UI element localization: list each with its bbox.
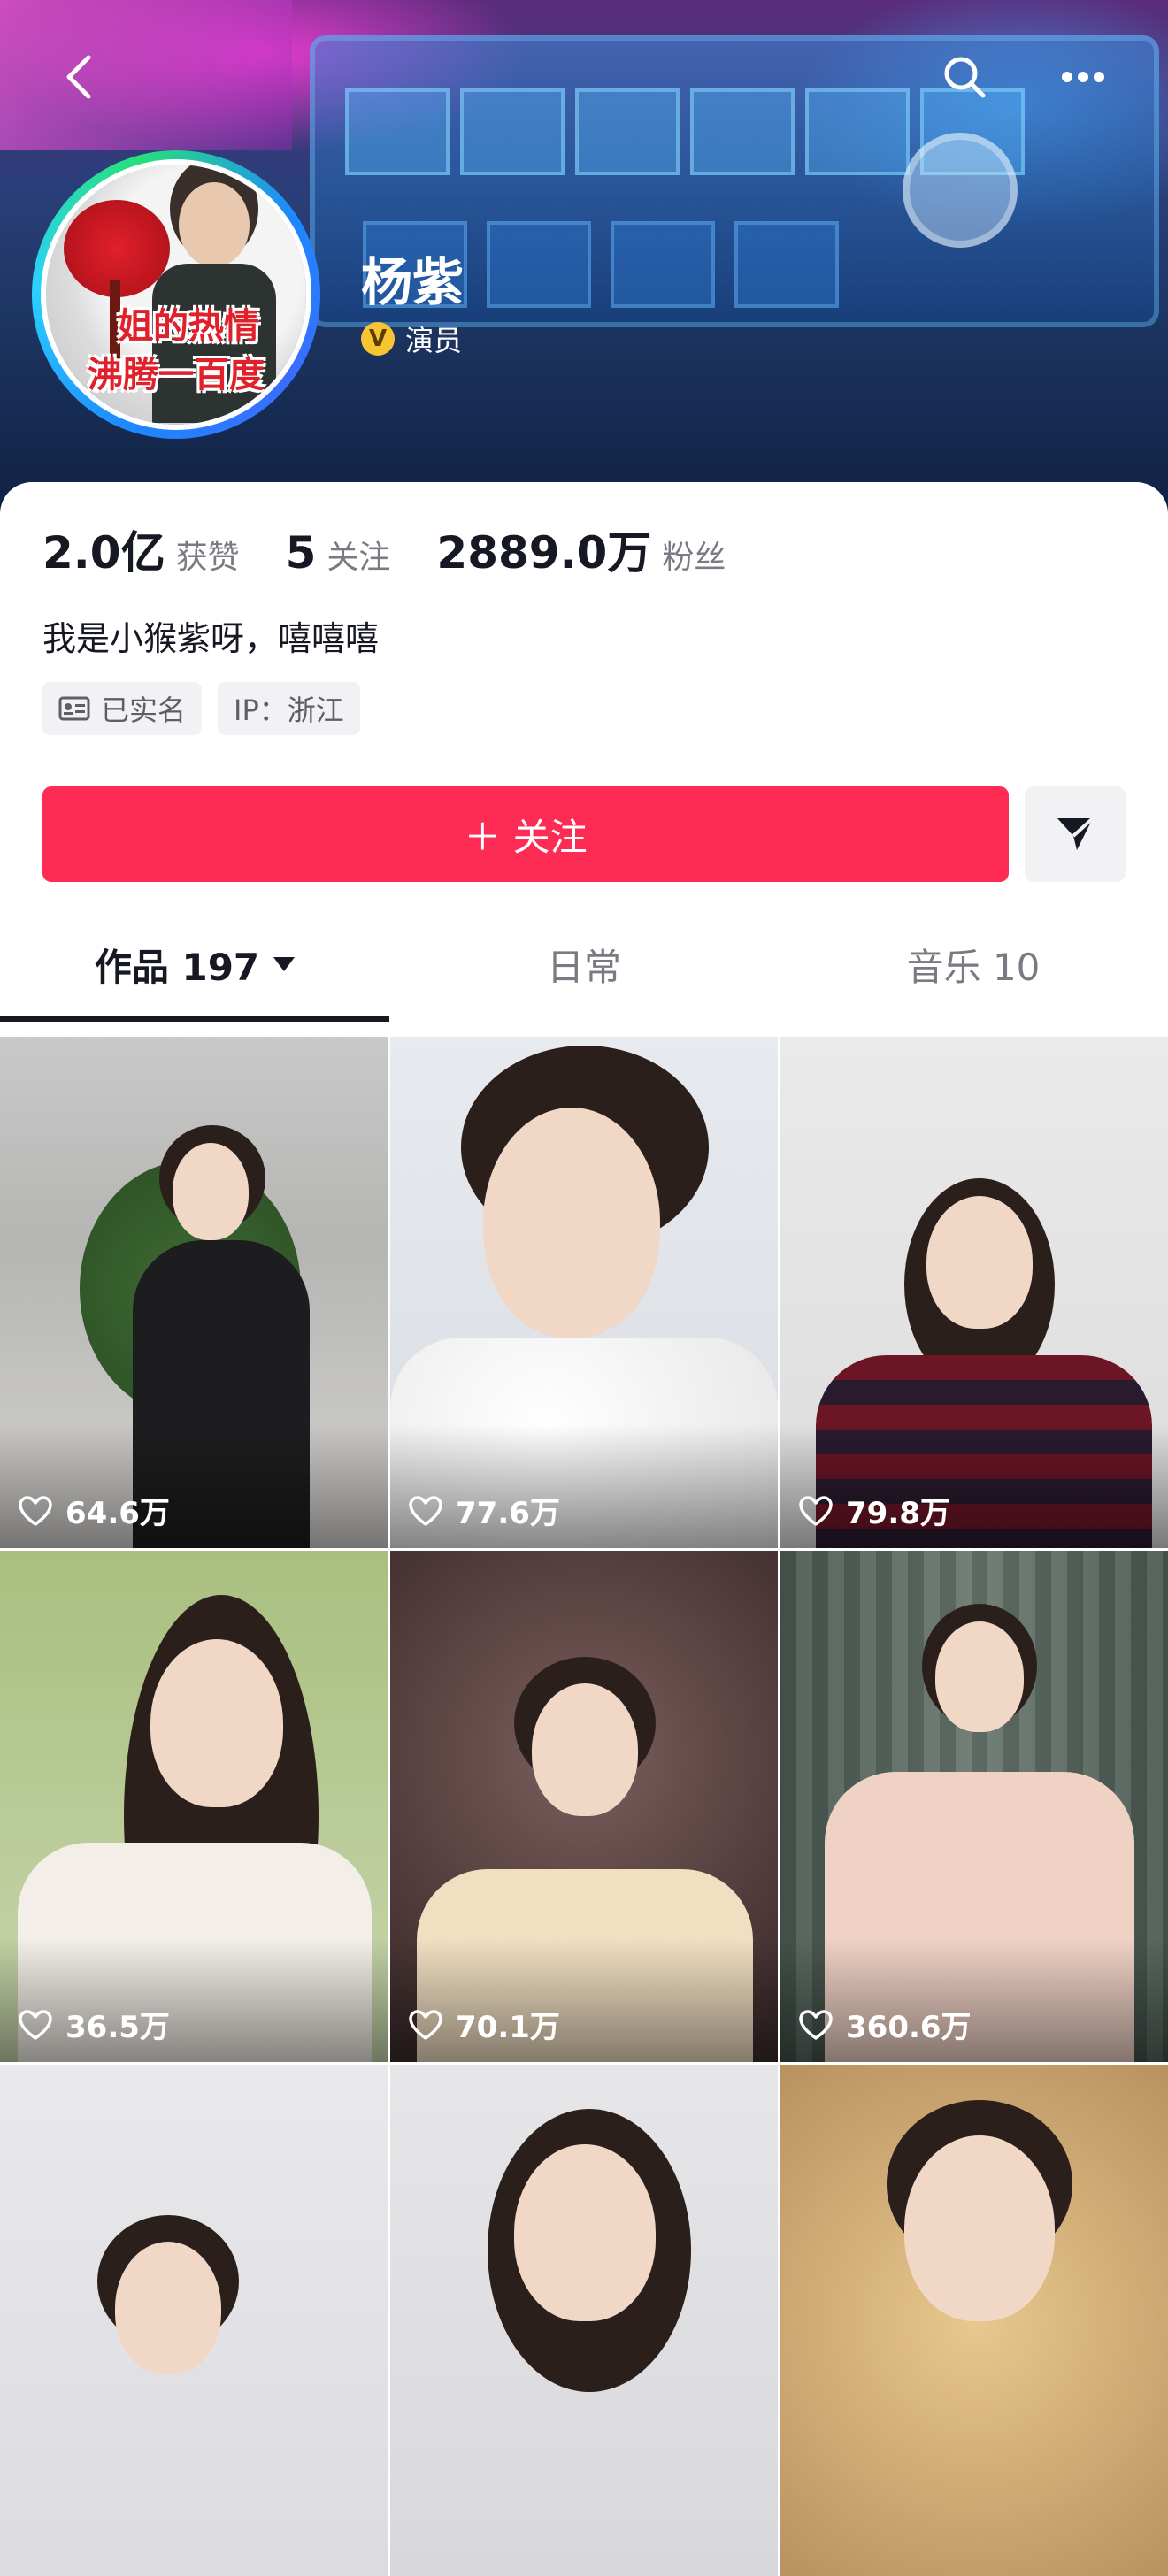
stat-number: 2889.0万 [436, 527, 652, 579]
tram-window [805, 88, 910, 175]
heart-icon [19, 2009, 52, 2040]
profile-card: 2.0亿 获赞 5 关注 2889.0万 粉丝 我是小猴紫呀，嘻嘻嘻 已实名 I… [0, 482, 1168, 2576]
banner-neon-sign [0, 0, 292, 150]
chevron-down-icon [273, 957, 296, 971]
tram-window [690, 88, 795, 175]
like-count-text: 77.6万 [456, 1496, 560, 1531]
like-count: 77.6万 [408, 1489, 560, 1532]
more-icon[interactable] [1055, 49, 1111, 105]
follow-button[interactable]: ＋ 关注 [42, 786, 1009, 882]
tram-window [487, 221, 591, 308]
tab-daily-label: 日常 [546, 945, 621, 989]
figure-head [532, 1683, 638, 1816]
content-tabs: 作品 197 日常 音乐 10 [0, 907, 1168, 1022]
video-thumbnail[interactable]: 70.1万 [390, 1551, 778, 2062]
stat-likes: 2.0亿 获赞 [42, 518, 240, 581]
heart-icon [799, 2009, 833, 2040]
verification-label: V 演员 [361, 318, 462, 359]
like-count: 360.6万 [798, 2003, 972, 2046]
figure-head [904, 2135, 1055, 2321]
tram-window [575, 88, 680, 175]
like-count-text: 79.8万 [846, 1496, 950, 1531]
tab-works-label: 作品 197 [94, 945, 260, 989]
tram-window [345, 88, 450, 175]
back-arrow-icon[interactable] [51, 49, 108, 105]
figure-head [483, 1108, 660, 1338]
like-count-text: 36.5万 [65, 2010, 170, 2045]
realname-tag: 已实名 [42, 682, 203, 735]
like-count-text: 64.6万 [65, 1496, 170, 1531]
tab-daily[interactable]: 日常 [389, 907, 779, 1022]
banner-clock [903, 133, 1018, 248]
figure-head [926, 1196, 1033, 1329]
avatar[interactable]: 姐的热情 沸腾一百度 [46, 165, 306, 425]
figure-head [173, 1143, 249, 1240]
stat-following[interactable]: 5 关注 [286, 527, 391, 579]
like-count: 64.6万 [18, 1489, 170, 1532]
stat-label: 获赞 [175, 540, 240, 576]
like-count: 36.5万 [18, 2003, 170, 2046]
profile-name: 杨紫 [361, 252, 465, 312]
video-thumbnail[interactable] [780, 2065, 1168, 2576]
stat-followers[interactable]: 2889.0万 粉丝 [436, 518, 726, 581]
profile-stats: 2.0亿 获赞 5 关注 2889.0万 粉丝 [42, 518, 772, 581]
tab-music-label: 音乐 10 [906, 945, 1041, 989]
figure-head [115, 2242, 221, 2374]
heart-icon [19, 1495, 52, 1526]
verification-text: 演员 [405, 324, 463, 357]
like-count-text: 360.6万 [846, 2010, 972, 2045]
profile-tags: 已实名 IP：浙江 [42, 682, 376, 735]
video-thumbnail[interactable]: 360.6万 [780, 1551, 1168, 2062]
video-thumbnail[interactable] [0, 2065, 388, 2576]
video-thumbnail[interactable]: 79.8万 [780, 1037, 1168, 1548]
ip-location-label: IP：浙江 [234, 694, 344, 727]
stat-label: 粉丝 [662, 540, 726, 576]
realname-tag-label: 已实名 [101, 694, 187, 727]
like-count-text: 70.1万 [456, 2010, 560, 2045]
video-thumbnail[interactable]: 77.6万 [390, 1037, 778, 1548]
tab-works[interactable]: 作品 197 [0, 907, 389, 1022]
avatar-caption: 沸腾一百度 [88, 354, 265, 395]
ip-location-tag: IP：浙江 [218, 682, 360, 735]
heart-icon [799, 1495, 833, 1526]
stat-number: 5 [285, 527, 317, 579]
tram-window [460, 88, 565, 175]
heart-icon [409, 1495, 442, 1526]
stat-label: 关注 [327, 540, 391, 576]
video-grid: 64.6万 77.6万 79.8万 36.5万 70.1万 360.6万 [0, 1037, 1168, 2576]
profile-bio: 我是小猴紫呀，嘻嘻嘻 [42, 619, 380, 658]
figure-head [514, 2144, 656, 2321]
id-card-icon [58, 696, 90, 721]
profile-banner: 姐的热情 沸腾一百度 杨紫 V 演员 [0, 0, 1168, 531]
figure-head [150, 1639, 283, 1807]
stat-number: 2.0亿 [42, 527, 165, 579]
share-button[interactable] [1025, 786, 1126, 882]
avatar-caption: 姐的热情 [118, 305, 259, 347]
tram-window [611, 221, 715, 308]
avatar-head [179, 182, 250, 267]
tram-window [734, 221, 839, 308]
video-thumbnail[interactable] [390, 2065, 778, 2576]
video-thumbnail[interactable]: 36.5万 [0, 1551, 388, 2062]
search-icon[interactable] [936, 49, 993, 105]
tab-music[interactable]: 音乐 10 [779, 907, 1168, 1022]
share-send-icon [1057, 816, 1095, 850]
like-count: 70.1万 [408, 2003, 560, 2046]
figure-head [935, 1622, 1024, 1732]
heart-icon [409, 2009, 442, 2040]
video-thumbnail[interactable]: 64.6万 [0, 1037, 388, 1548]
like-count: 79.8万 [798, 1489, 950, 1532]
verified-badge-icon: V [361, 322, 395, 356]
